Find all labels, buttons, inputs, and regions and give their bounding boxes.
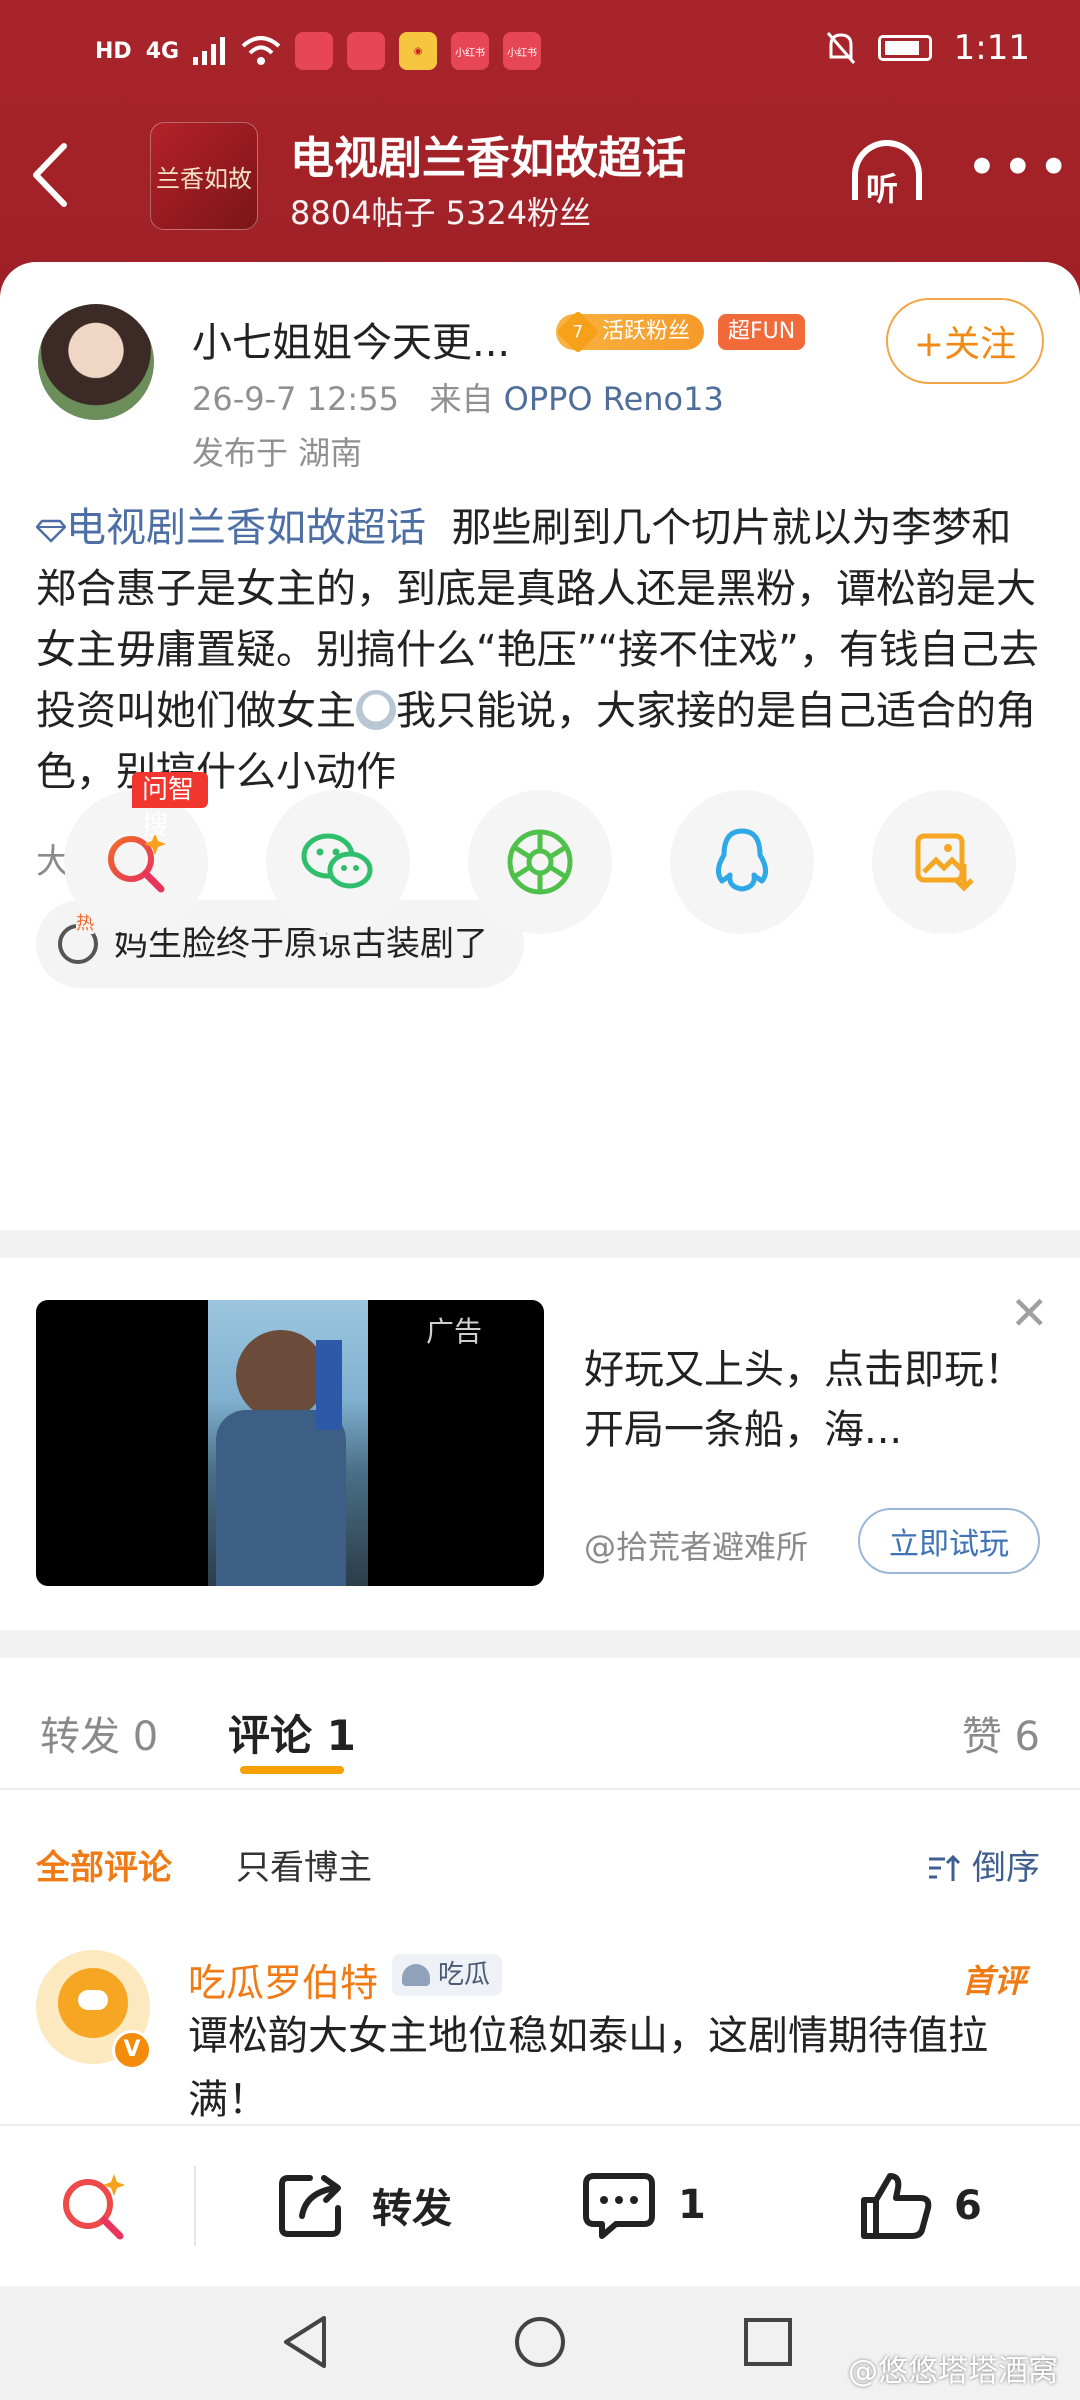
thumbs-up-icon [861, 2173, 932, 2239]
mini-app-icon: 小红书 [451, 32, 490, 70]
signal-icon [193, 37, 226, 65]
post-meta: 26-9-7 12:55 来自 OPPO Reno13 [192, 374, 724, 420]
weibo-icon: ◉ [399, 32, 438, 70]
status-left: HD 4G ◉ 小红书 小红书 [95, 32, 542, 70]
ai-search-button[interactable]: 问智搜 [64, 772, 208, 934]
author-avatar[interactable] [38, 304, 154, 420]
comment-count: 1 [678, 2182, 706, 2228]
hd-icon: HD [95, 38, 132, 64]
ad-source[interactable]: @拾荒者避难所 [584, 1522, 808, 1568]
post-tabs: 转发 0 评论 1 赞 6 [0, 1678, 1080, 1788]
clock: 1:11 [953, 28, 1030, 68]
listen-button[interactable]: 听 [848, 140, 926, 218]
ad-description[interactable]: 好玩又上头，点击即玩！开局一条船，海... [584, 1340, 1034, 1460]
watermark-text: @悠悠塔塔酒窝 [848, 2354, 1058, 2389]
network-label: 4G [145, 38, 180, 64]
wechat-icon [301, 833, 373, 889]
action-separator [194, 2166, 196, 2246]
post-time: 26-9-7 12:55 [192, 380, 399, 418]
topic-thumbnail[interactable]: 兰香如故 [150, 122, 258, 230]
ai-search-shortcut[interactable] [56, 2168, 132, 2244]
save-image-icon [915, 833, 974, 892]
sort-label: 倒序 [972, 1848, 1040, 1888]
battery-icon [877, 35, 932, 61]
share-wechat-button[interactable] [266, 790, 410, 934]
mini-app-icon: 小红书 [503, 32, 542, 70]
fan-level-badge[interactable]: 7 活跃粉丝 [556, 310, 705, 354]
post-body: 电视剧兰香如故超话 那些刷到几个切片就以为李梦和郑合惠子是女主的，到底是真路人还… [35, 498, 1046, 803]
tab-comments[interactable]: 评论 1 [228, 1702, 356, 1763]
comment-text[interactable]: 谭松韵大女主地位稳如泰山，这剧情期待值拉满！ [188, 2004, 1048, 2132]
moments-icon [507, 829, 573, 895]
comment-button[interactable]: 1 [580, 2170, 706, 2240]
verified-v-icon: V [112, 2030, 152, 2070]
first-comment-badge: 首评 [961, 1962, 1026, 2000]
filter-all-comments[interactable]: 全部评论 [36, 1840, 172, 1889]
ad-try-button[interactable]: 立即试玩 [858, 1508, 1040, 1574]
wifi-icon [241, 36, 281, 65]
post-device[interactable]: OPPO Reno13 [504, 380, 724, 418]
qq-penguin-icon [716, 828, 768, 892]
commenter-name[interactable]: 吃瓜罗伯特 [188, 1952, 378, 2007]
back-arrow-icon[interactable] [30, 140, 70, 210]
sort-icon [929, 1854, 961, 1881]
nav-back-icon[interactable] [280, 2314, 330, 2370]
share-qq-button[interactable] [670, 790, 814, 934]
status-bar: HD 4G ◉ 小红书 小红书 1:11 [0, 0, 1080, 105]
tab-repost[interactable]: 转发 0 [40, 1704, 158, 1762]
mute-bell-icon [826, 32, 855, 64]
active-tab-indicator [240, 1766, 344, 1774]
filter-host-only[interactable]: 只看博主 [236, 1840, 372, 1889]
post-topic-link[interactable]: 电视剧兰香如故超话 [66, 505, 426, 551]
ai-search-icon [63, 2174, 125, 2240]
section-divider [0, 1230, 1080, 1258]
tab-likes[interactable]: 赞 6 [962, 1704, 1040, 1762]
follow-button[interactable]: +关注 [886, 298, 1044, 384]
nav-home-icon[interactable] [512, 2314, 568, 2370]
section-divider [0, 1630, 1080, 1658]
post-from: 来自 [429, 380, 494, 418]
comment-bubble-icon [583, 2173, 655, 2239]
repost-button[interactable]: 转发 [276, 2170, 452, 2240]
repost-label: 转发 [372, 2186, 452, 2232]
repost-icon [279, 2175, 341, 2237]
bottom-action-bar: 转发 1 6 [0, 2124, 1080, 2286]
mini-app-icon [295, 32, 334, 70]
ad-close-icon[interactable]: ✕ [1010, 1290, 1049, 1336]
topic-title[interactable]: 电视剧兰香如故超话 [290, 122, 686, 186]
fan-badge-label: 活跃粉丝 [602, 319, 691, 344]
comment-filters: 全部评论 只看博主 倒序 [0, 1840, 1080, 1900]
listen-label: 听 [866, 170, 899, 208]
tabs-divider [0, 1788, 1080, 1790]
ai-search-tag: 问智搜 [132, 772, 208, 841]
mini-app-icon [347, 32, 386, 70]
status-right: 1:11 [826, 28, 1030, 68]
more-icon[interactable]: ••• [966, 136, 1074, 199]
topic-stats: 8804帖子 5324粉丝 [290, 194, 592, 232]
post-location: 发布于 湖南 [192, 434, 363, 472]
super-fun-badge[interactable]: 超FUN [718, 314, 806, 350]
like-button[interactable]: 6 [858, 2170, 982, 2242]
commenter-badge[interactable]: 吃瓜 [392, 1954, 503, 1996]
sort-toggle[interactable]: 倒序 [927, 1840, 1040, 1889]
fan-level-diamond-icon: 7 [556, 310, 600, 354]
diamond-topic-icon [35, 519, 67, 543]
nav-recents-icon[interactable] [742, 2316, 794, 2368]
share-row: 问智搜 [0, 772, 1080, 940]
save-image-button[interactable] [872, 790, 1016, 934]
ufo-icon [402, 1964, 430, 1986]
commenter-badge-label: 吃瓜 [438, 1960, 491, 1990]
author-name[interactable]: 小七姐姐今天更... [192, 310, 510, 368]
emoji-icon [356, 690, 396, 730]
ad-label: 广告 [426, 1315, 483, 1348]
share-moments-button[interactable] [468, 790, 612, 934]
topic-header: 兰香如故 电视剧兰香如故超话 8804帖子 5324粉丝 听 ••• [0, 110, 1080, 260]
like-count: 6 [954, 2183, 982, 2229]
